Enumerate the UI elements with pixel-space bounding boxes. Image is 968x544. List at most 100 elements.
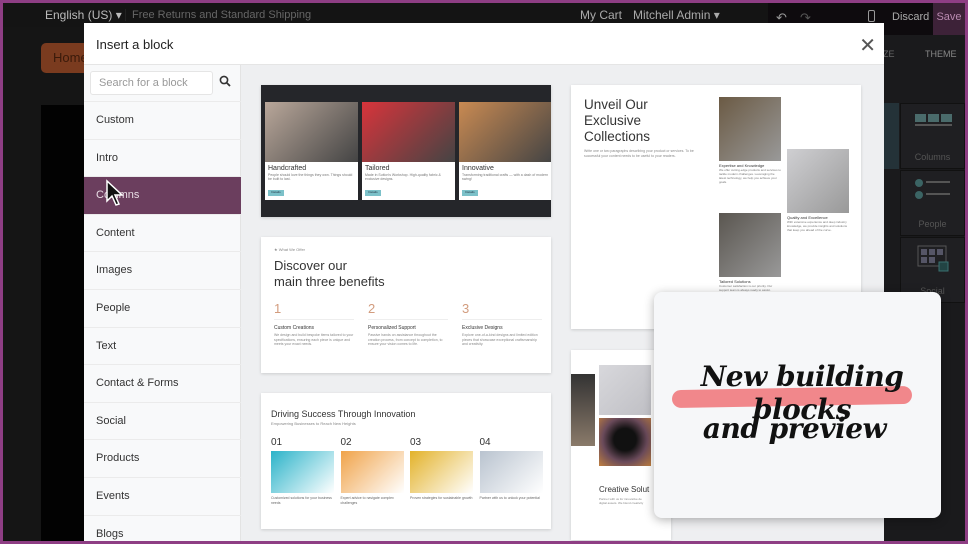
search-icon[interactable] — [219, 75, 231, 87]
step-number: 04 — [479, 437, 491, 448]
preview-benefits-block[interactable]: ★ What We Offer Discover our main three b… — [261, 237, 551, 373]
collections-title: Unveil Our Exclusive Collections — [584, 97, 651, 144]
card-desc: Made in Sutton's Workshop. High-quality … — [365, 173, 441, 181]
collection-image — [719, 97, 781, 161]
category-item-intro[interactable]: Intro — [84, 138, 241, 177]
card-details-button: Details — [365, 190, 381, 196]
step-desc: Proven strategies for sustainable growth — [410, 496, 473, 500]
creative-image-1 — [571, 374, 595, 446]
steps-subtitle: Empowering Businesses to Reach New Heigh… — [271, 421, 356, 426]
category-item-social[interactable]: Social — [84, 401, 241, 440]
dialog-header: Insert a block ✕ — [84, 23, 884, 65]
step-item: 02 Expert advice to navigate complex chal… — [340, 437, 404, 505]
collections-desc: Write one or two paragraphs describing y… — [584, 149, 694, 158]
block-people[interactable]: People — [900, 170, 965, 236]
collection-item: Tailored Solutions Customer satisfaction … — [719, 213, 781, 292]
creative-title: Creative Solut — [599, 485, 650, 494]
mobile-preview-icon[interactable] — [868, 10, 875, 22]
block-thumb[interactable] — [883, 103, 899, 169]
feature-announcement-card: New building blocks and preview — [654, 292, 941, 518]
category-item-content[interactable]: Content — [84, 213, 241, 252]
columns-icon — [914, 114, 952, 126]
benefit-title: Personalized Support — [368, 325, 416, 331]
user-menu[interactable]: Mitchell Admin ▾ — [633, 8, 720, 22]
step-number: 01 — [271, 437, 283, 448]
dialog-title: Insert a block — [96, 37, 174, 52]
discard-button[interactable]: Discard — [892, 11, 929, 23]
collection-desc: We offer cutting-edge products and servi… — [719, 168, 781, 184]
creative-image-2 — [599, 365, 651, 415]
step-item: 03 Proven strategies for sustainable grow… — [410, 437, 473, 501]
benefit-item: 1 Custom Creations We design and build bes… — [274, 301, 354, 347]
tab-theme[interactable]: THEME — [925, 49, 957, 59]
card-details-button: Details — [268, 190, 284, 196]
search-input[interactable] — [90, 71, 213, 95]
collection-desc: With extensive experience and deep indus… — [787, 220, 848, 232]
collection-image — [719, 213, 781, 277]
shipping-banner: Free Returns and Standard Shipping — [125, 9, 311, 21]
collection-item: Quality and Excellence With extensive exp… — [787, 149, 849, 232]
category-item-blogs[interactable]: Blogs — [84, 514, 241, 541]
step-image — [271, 451, 334, 493]
benefit-desc: Explore one-of-a-kind designs and limite… — [462, 333, 538, 346]
card-desc: Transforming traditional crafts — with a… — [462, 173, 549, 181]
close-icon[interactable]: ✕ — [859, 33, 876, 58]
preview-cards-block[interactable]: Handcrafted People should love the things… — [261, 85, 551, 217]
step-item: 01 Customized solutions for your business… — [271, 437, 334, 505]
benefit-number: 2 — [368, 301, 376, 316]
collection-item: Expertise and Knowledge We offer cutting-… — [719, 97, 781, 184]
card-details-button: Details — [462, 190, 478, 196]
category-item-events[interactable]: Events — [84, 476, 241, 515]
card-desc: People should love the things they own. … — [268, 173, 353, 181]
benefit-item: 3 Exclusive Designs Explore one-of-a-kind … — [462, 301, 542, 347]
benefit-title: Exclusive Designs — [462, 325, 503, 331]
category-sidebar: CustomIntroColumnsContentImagesPeopleTex… — [84, 65, 241, 541]
preview-steps-block[interactable]: Driving Success Through Innovation Empow… — [261, 393, 551, 529]
card-tile: Innovative Transforming traditional craft… — [459, 102, 551, 200]
card-image — [265, 102, 358, 162]
category-item-custom[interactable]: Custom — [84, 101, 241, 139]
benefit-item: 2 Personalized Support Passive hands on as… — [368, 301, 448, 347]
benefit-desc: We design and build bespoke items tailor… — [274, 333, 354, 346]
step-desc: Expert advice to navigate complex challe… — [340, 496, 394, 505]
step-item: 04 Partner with us to unlock your potenti… — [479, 437, 543, 501]
my-cart-link[interactable]: My Cart — [580, 8, 622, 22]
block-search — [90, 71, 235, 95]
benefit-title: Custom Creations — [274, 325, 315, 331]
category-item-people[interactable]: People — [84, 288, 241, 327]
creative-image-3 — [599, 418, 651, 466]
step-image — [340, 451, 404, 493]
card-tile: Tailored Made in Sutton's Workshop. High-… — [362, 102, 455, 200]
card-image — [459, 102, 551, 162]
language-selector[interactable]: English (US) ▾ — [45, 8, 122, 22]
category-item-products[interactable]: Products — [84, 439, 241, 477]
category-item-contact-forms[interactable]: Contact & Forms — [84, 364, 241, 402]
creative-desc: Partner with us for innovative de digital… — [599, 497, 644, 505]
mouse-cursor-icon — [106, 179, 124, 206]
save-button[interactable]: Save — [933, 3, 965, 35]
step-number: 03 — [410, 437, 422, 448]
card-image — [362, 102, 455, 162]
collection-image — [787, 149, 849, 213]
benefit-number: 3 — [462, 301, 470, 316]
benefit-desc: Passive hands on assistance throughout t… — [368, 333, 443, 346]
tab-customize[interactable]: ZE — [883, 49, 895, 59]
step-image — [410, 451, 473, 493]
card-title: Handcrafted — [268, 165, 307, 172]
collection-desc: Customer satisfaction is our priority. O… — [719, 284, 773, 292]
eyebrow-text: ★ What We Offer — [274, 247, 306, 252]
card-tile: Handcrafted People should love the things… — [265, 102, 358, 200]
steps-title: Driving Success Through Innovation — [271, 409, 416, 419]
benefit-number: 1 — [274, 301, 282, 316]
category-item-text[interactable]: Text — [84, 326, 241, 365]
card-title: Tailored — [365, 165, 390, 172]
step-desc: Partner with us to unlock your potential — [479, 496, 540, 500]
category-item-images[interactable]: Images — [84, 251, 241, 289]
block-columns[interactable]: Columns — [900, 103, 965, 169]
step-desc: Customized solutions for your business n… — [271, 496, 332, 505]
announcement-line-2: and preview — [702, 412, 887, 445]
benefits-title: Discover our main three benefits — [274, 258, 385, 289]
step-number: 02 — [340, 437, 352, 448]
step-image — [479, 451, 543, 493]
people-icon — [914, 179, 950, 199]
